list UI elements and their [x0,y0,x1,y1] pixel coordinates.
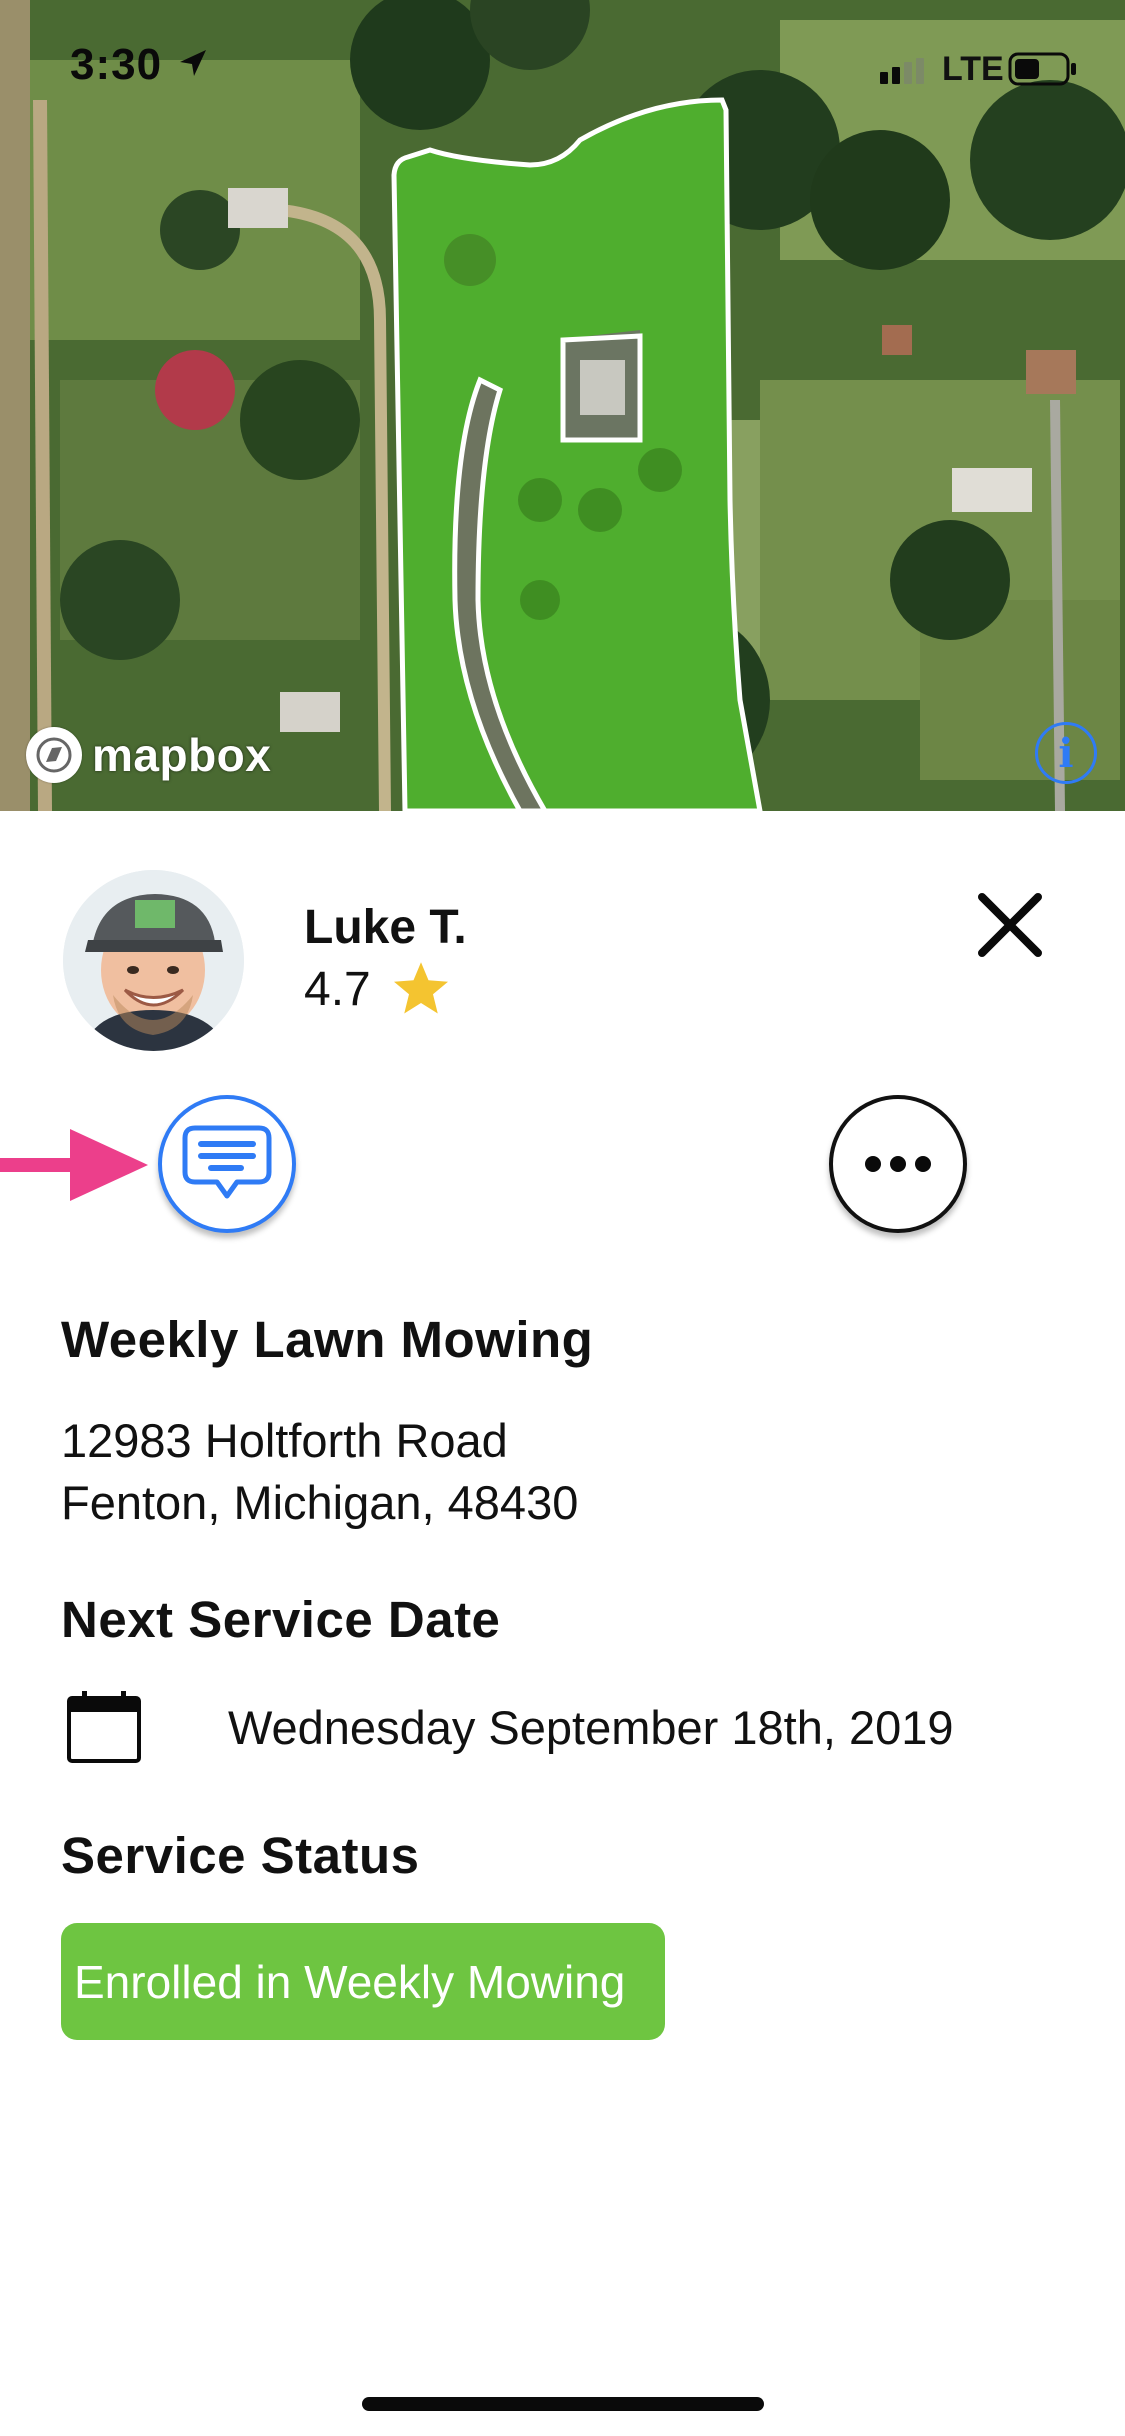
rating-value: 4.7 [304,962,371,1016]
star-icon [393,962,448,1014]
status-bar: 3:30 LTE [0,0,1125,140]
network-label: LTE [942,50,1004,88]
service-title: Weekly Lawn Mowing [61,1311,594,1368]
address-line-1: 12983 Holtforth Road [61,1414,508,1467]
mapbox-logo-icon [26,727,82,783]
map-view[interactable]: 3:30 LTE mapbox i [0,0,1125,811]
service-address: 12983 Holtforth Road Fenton, Michigan, 4… [61,1410,578,1534]
home-indicator[interactable] [362,2397,764,2411]
status-badge: Enrolled in Weekly Mowing [61,1923,665,2040]
close-icon[interactable] [970,885,1050,965]
pointer-arrow-icon [0,1129,148,1201]
status-time: 3:30 [70,40,163,89]
service-status-heading: Service Status [61,1827,420,1884]
battery-icon [1008,52,1076,86]
more-options-button[interactable] [829,1095,967,1233]
signal-icon [880,58,924,84]
chat-button[interactable] [158,1095,296,1233]
next-service-date: Wednesday September 18th, 2019 [228,1701,954,1754]
address-line-2: Fenton, Michigan, 48430 [61,1476,579,1529]
next-service-heading: Next Service Date [61,1591,501,1648]
info-icon[interactable]: i [1035,722,1097,784]
mapbox-attribution[interactable]: mapbox [26,722,271,788]
calendar-icon [67,1691,141,1763]
rating: 4.7 [304,960,451,1018]
location-arrow-icon [180,50,206,76]
avatar [63,870,244,1051]
ellipsis-icon [865,1156,931,1172]
chat-bubble-icon [182,1125,272,1199]
provider-name: Luke T. [304,901,467,954]
mapbox-wordmark: mapbox [92,729,272,781]
